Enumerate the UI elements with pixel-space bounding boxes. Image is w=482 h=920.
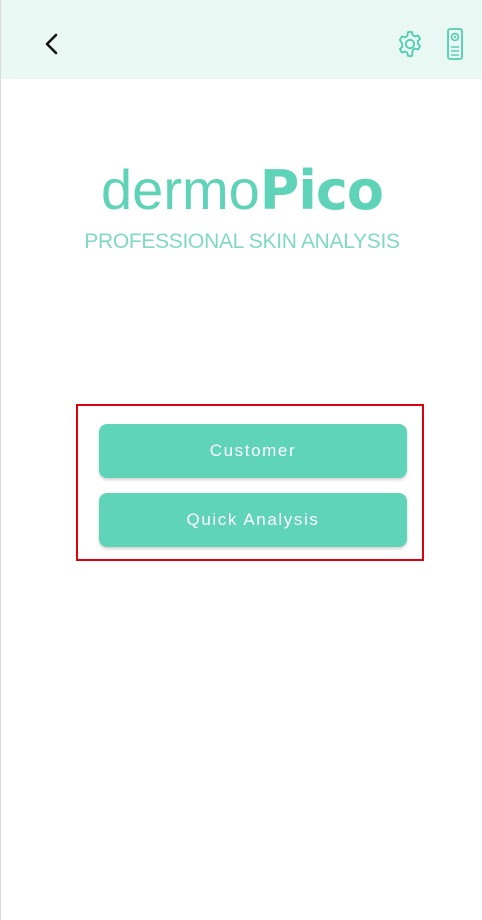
customer-button[interactable]: Customer	[99, 424, 407, 478]
logo-wordmark: dermoPico	[1, 160, 482, 222]
logo-tagline: PROFESSIONAL SKIN ANALYSIS	[84, 230, 400, 253]
settings-button[interactable]	[394, 28, 426, 60]
chevron-left-icon	[45, 33, 58, 55]
gear-icon	[399, 31, 421, 57]
device-icon	[447, 28, 463, 60]
device-button[interactable]	[440, 24, 470, 64]
logo-word-light: dermo	[101, 158, 260, 221]
brand-logo: dermoPico PROFESSIONAL SKIN ANALYSIS	[1, 160, 482, 254]
logo-word-bold: Pico	[259, 159, 384, 222]
back-button[interactable]	[34, 26, 70, 62]
quick-analysis-button[interactable]: Quick Analysis	[99, 493, 407, 547]
top-bar	[1, 0, 482, 79]
app-screen: dermoPico PROFESSIONAL SKIN ANALYSIS Cus…	[0, 0, 482, 920]
